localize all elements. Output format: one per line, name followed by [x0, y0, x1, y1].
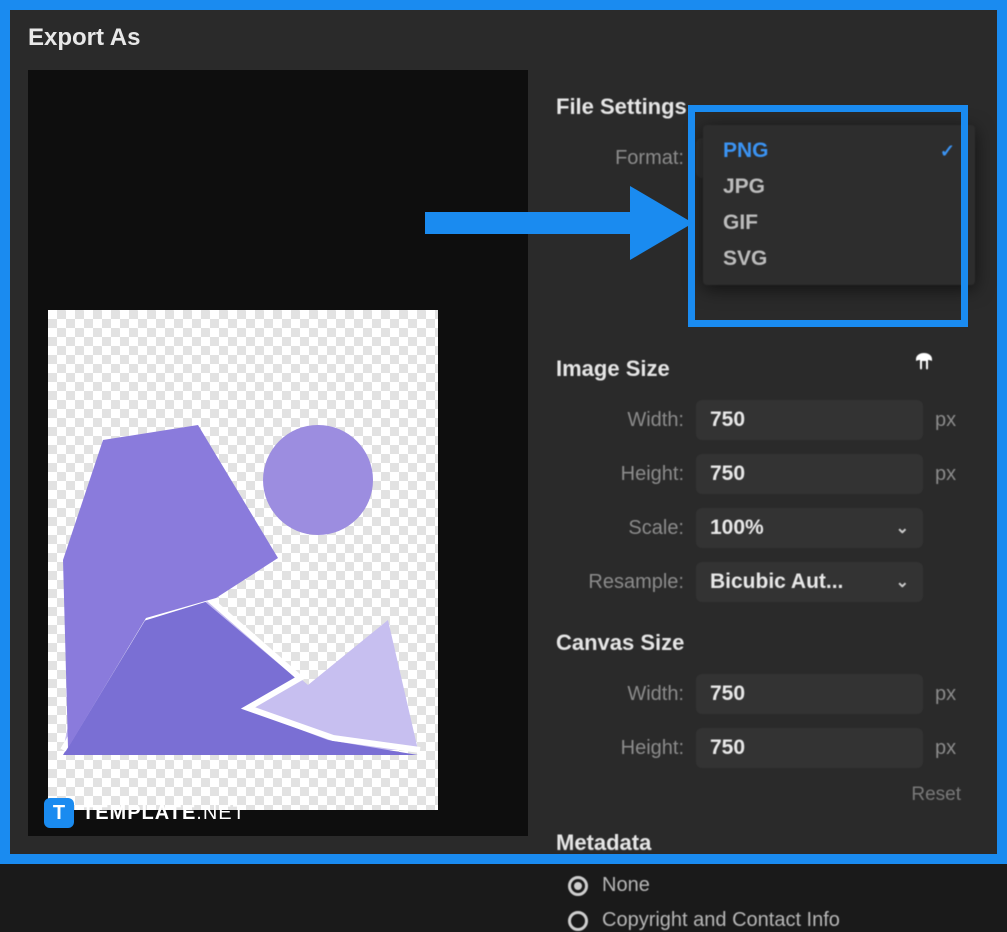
format-option-jpg[interactable]: JPG [703, 169, 975, 205]
watermark-badge: T [44, 798, 74, 828]
watermark: T TEMPLATE.NET [44, 798, 246, 828]
canvas-height-value: 750 [710, 736, 745, 760]
chevron-down-icon: ⌄ [896, 572, 909, 592]
canvas-height-input[interactable]: 750 [696, 728, 923, 768]
section-file-settings: File Settings [556, 94, 969, 120]
settings-pane: File Settings Format: PNG ⌄ PNG ✓ JPG [546, 70, 997, 854]
canvas-height-label: Height: [556, 737, 684, 760]
dialog-title: Export As [10, 10, 997, 70]
canvas-width-label: Width: [556, 683, 684, 706]
resample-label: Resample: [556, 571, 684, 594]
format-option-png[interactable]: PNG ✓ [703, 133, 975, 169]
preview-pane [28, 70, 528, 836]
image-width-value: 750 [710, 408, 745, 432]
unit-px: px [935, 683, 969, 706]
unit-px: px [935, 409, 969, 432]
format-option-gif[interactable]: GIF [703, 205, 975, 241]
section-canvas-size: Canvas Size [556, 630, 969, 656]
unit-px: px [935, 737, 969, 760]
format-option-label: GIF [723, 211, 758, 235]
image-width-input[interactable]: 750 [696, 400, 923, 440]
watermark-text-2: .NET [196, 802, 246, 824]
radio-icon [568, 911, 588, 931]
radio-icon [568, 876, 588, 896]
metadata-option-none[interactable]: None [568, 874, 969, 897]
preview-canvas [48, 310, 438, 810]
format-option-label: JPG [723, 175, 765, 199]
reset-button[interactable]: Reset [556, 784, 961, 806]
image-height-input[interactable]: 750 [696, 454, 923, 494]
metadata-option-copyright[interactable]: Copyright and Contact Info [568, 909, 969, 932]
image-height-label: Height: [556, 463, 684, 486]
scale-dropdown[interactable]: 100% ⌄ [696, 508, 923, 548]
scale-value: 100% [710, 516, 764, 540]
format-label: Format: [556, 147, 684, 170]
canvas-width-value: 750 [710, 682, 745, 706]
metadata-option-label: Copyright and Contact Info [602, 909, 840, 932]
image-width-label: Width: [556, 409, 684, 432]
canvas-width-input[interactable]: 750 [696, 674, 923, 714]
resample-value: Bicubic Aut... [710, 570, 843, 594]
check-icon: ✓ [940, 141, 955, 162]
format-dropdown-menu[interactable]: PNG ✓ JPG GIF SVG [703, 125, 975, 285]
resample-dropdown[interactable]: Bicubic Aut... ⌄ [696, 562, 923, 602]
image-height-value: 750 [710, 462, 745, 486]
metadata-option-label: None [602, 874, 650, 897]
scale-label: Scale: [556, 517, 684, 540]
section-metadata: Metadata [556, 830, 969, 856]
format-option-label: SVG [723, 247, 767, 271]
chevron-down-icon: ⌄ [896, 518, 909, 538]
section-image-size: Image Size [556, 356, 969, 382]
format-option-label: PNG [723, 139, 769, 163]
unit-px: px [935, 463, 969, 486]
preview-artwork [48, 310, 438, 810]
watermark-text: TEMPLATE.NET [82, 802, 246, 825]
cursor-icon [913, 350, 935, 372]
format-option-svg[interactable]: SVG [703, 241, 975, 277]
watermark-text-1: TEMPLATE [82, 802, 196, 824]
